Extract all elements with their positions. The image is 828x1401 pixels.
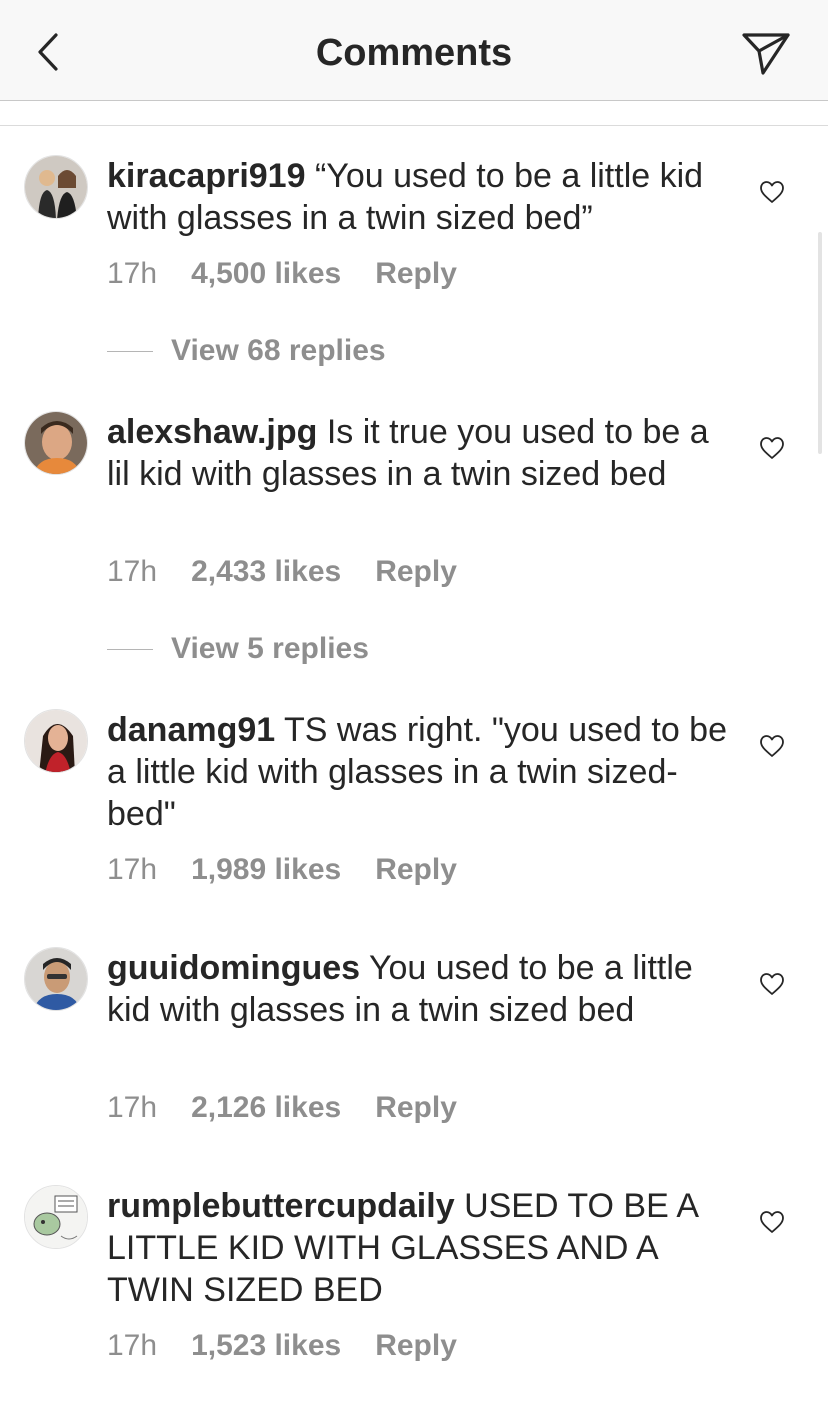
scrollbar[interactable] [818, 232, 822, 454]
heart-icon[interactable] [759, 972, 785, 996]
avatar[interactable] [24, 1185, 88, 1249]
comment-likes[interactable]: 4,500 likes [191, 257, 341, 291]
view-replies-button[interactable]: View 68 replies [107, 331, 386, 371]
reply-button[interactable]: Reply [375, 1329, 457, 1363]
comment-text: kiracapri919 “You used to be a little ki… [107, 155, 727, 239]
comment-time: 17h [107, 853, 158, 886]
comment-time: 17h [107, 1091, 158, 1124]
comment-meta: 17h 2,433 likes Reply [107, 552, 457, 592]
comment-meta: 17h 1,989 likes Reply [107, 850, 457, 890]
avatar[interactable] [24, 155, 88, 219]
view-replies-button[interactable]: View 5 replies [107, 629, 369, 669]
comment-time: 17h [107, 555, 158, 588]
comment-meta: 17h 2,126 likes Reply [107, 1088, 457, 1128]
comment-username[interactable]: guuidomingues [107, 949, 360, 987]
avatar[interactable] [24, 947, 88, 1011]
comment-text: guuidomingues You used to be a little ki… [107, 947, 727, 1031]
reply-button[interactable]: Reply [375, 1091, 457, 1125]
comment-username[interactable]: alexshaw.jpg [107, 413, 317, 451]
share-button[interactable] [740, 28, 792, 78]
comment-likes[interactable]: 2,433 likes [191, 555, 341, 589]
comment-likes[interactable]: 1,523 likes [191, 1329, 341, 1363]
avatar[interactable] [24, 411, 88, 475]
header-bar: Comments [0, 0, 828, 101]
reply-button[interactable]: Reply [375, 555, 457, 589]
comment-username[interactable]: rumplebuttercupdaily [107, 1187, 455, 1225]
caption-divider [0, 125, 828, 126]
comment-meta: 17h 4,500 likes Reply [107, 254, 457, 294]
comment-text: alexshaw.jpg Is it true you used to be a… [107, 411, 727, 495]
comment-likes[interactable]: 1,989 likes [191, 853, 341, 887]
replies-line [107, 350, 153, 352]
view-replies-label: View 68 replies [171, 334, 386, 367]
view-replies-label: View 5 replies [171, 632, 369, 665]
reply-button[interactable]: Reply [375, 853, 457, 887]
comment-username[interactable]: danamg91 [107, 711, 275, 749]
comment-text: danamg91 TS was right. "you used to be a… [107, 709, 727, 835]
heart-icon[interactable] [759, 436, 785, 460]
paper-plane-icon [742, 33, 790, 75]
comment-likes[interactable]: 2,126 likes [191, 1091, 341, 1125]
replies-line [107, 648, 153, 650]
reply-button[interactable]: Reply [375, 257, 457, 291]
comment-time: 17h [107, 257, 158, 290]
page-title: Comments [315, 32, 513, 74]
comment-meta: 17h 1,523 likes Reply [107, 1326, 457, 1366]
comment-text: rumplebuttercupdaily USED TO BE A LITTLE… [107, 1185, 727, 1311]
heart-icon[interactable] [759, 1210, 785, 1234]
comment-time: 17h [107, 1329, 158, 1362]
heart-icon[interactable] [759, 180, 785, 204]
heart-icon[interactable] [759, 734, 785, 758]
avatar[interactable] [24, 709, 88, 773]
comment-username[interactable]: kiracapri919 [107, 157, 306, 195]
